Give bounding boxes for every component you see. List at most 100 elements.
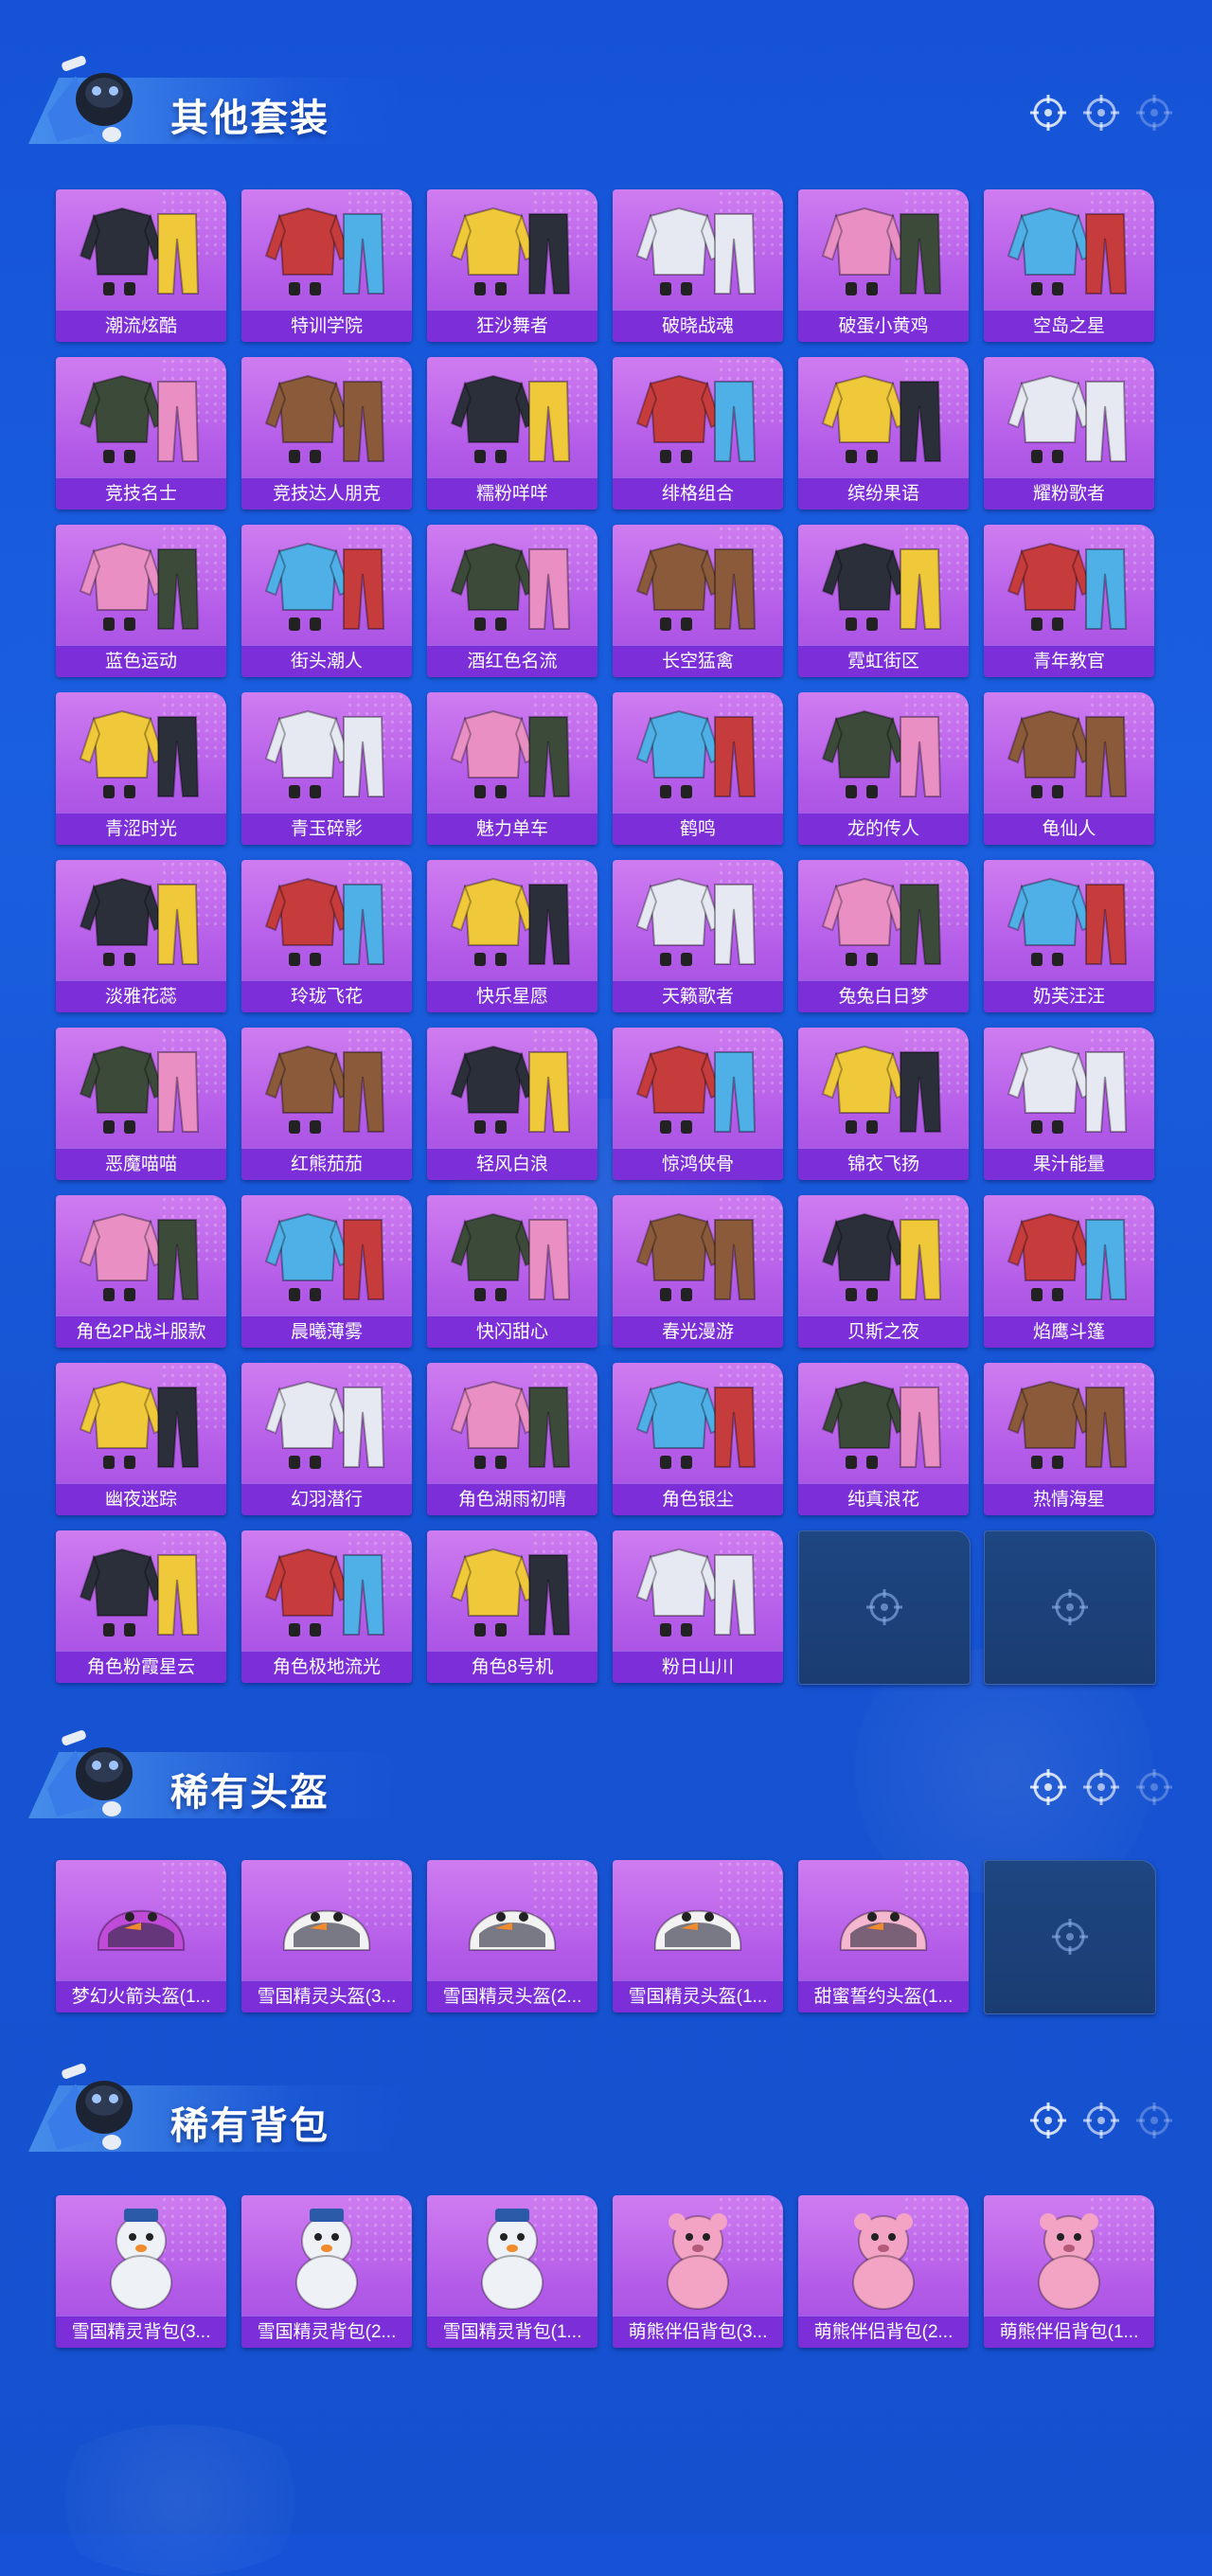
item-label: 雪国精灵头盔(2... bbox=[427, 1980, 597, 2012]
outfit-icon bbox=[264, 374, 385, 463]
item-label: 热情海星 bbox=[984, 1483, 1154, 1515]
item-card[interactable]: 锦衣飞扬 bbox=[798, 1028, 969, 1180]
item-card[interactable]: 长空猛禽 bbox=[613, 525, 783, 677]
item-card[interactable]: 耀粉歌者 bbox=[984, 357, 1154, 510]
outfit-icon bbox=[79, 877, 200, 966]
item-label: 糯粉咩咩 bbox=[427, 477, 597, 510]
outfit-icon bbox=[821, 542, 942, 631]
item-card[interactable]: 雪国精灵背包(2... bbox=[241, 2195, 412, 2348]
item-card[interactable]: 春光漫游 bbox=[613, 1195, 783, 1348]
item-card[interactable]: 惊鸿侠骨 bbox=[613, 1028, 783, 1180]
item-card[interactable]: 竞技达人朋克 bbox=[241, 357, 412, 510]
item-label: 竞技达人朋克 bbox=[241, 477, 412, 510]
item-card[interactable]: 轻风白浪 bbox=[427, 1028, 597, 1180]
item-card[interactable]: 晨曦薄雾 bbox=[241, 1195, 412, 1348]
item-card[interactable]: 魅力单车 bbox=[427, 692, 597, 845]
item-card[interactable]: 街头潮人 bbox=[241, 525, 412, 677]
item-card[interactable]: 幻羽潜行 bbox=[241, 1363, 412, 1515]
item-card[interactable]: 潮流炫酷 bbox=[56, 189, 226, 342]
item-card[interactable]: 空岛之星 bbox=[984, 189, 1154, 342]
item-card[interactable]: 竞技名士 bbox=[56, 357, 226, 510]
outfit-icon bbox=[635, 542, 757, 631]
item-card[interactable]: 快闪甜心 bbox=[427, 1195, 597, 1348]
outfit-icon bbox=[450, 374, 571, 463]
item-card[interactable]: 角色银尘 bbox=[613, 1363, 783, 1515]
item-card[interactable]: 青年教官 bbox=[984, 525, 1154, 677]
item-card[interactable]: 缤纷果语 bbox=[798, 357, 969, 510]
item-card[interactable]: 糯粉咩咩 bbox=[427, 357, 597, 510]
item-card[interactable]: 天籁歌者 bbox=[613, 860, 783, 1012]
item-card[interactable]: 角色粉霞星云 bbox=[56, 1530, 226, 1683]
section-rare-helmets: 稀有头盔 梦幻火箭头盔(1... 雪国精灵头盔(3... 雪国精灵头盔(2...… bbox=[0, 1712, 1212, 2014]
item-card[interactable]: 破晓战魂 bbox=[613, 189, 783, 342]
item-card[interactable]: 角色极地流光 bbox=[241, 1530, 412, 1683]
item-card[interactable]: 绯格组合 bbox=[613, 357, 783, 510]
item-card[interactable]: 兔兔白日梦 bbox=[798, 860, 969, 1012]
item-card[interactable]: 角色2P战斗服款 bbox=[56, 1195, 226, 1348]
item-card[interactable]: 青涩时光 bbox=[56, 692, 226, 845]
item-label: 纯真浪花 bbox=[798, 1483, 969, 1515]
item-card[interactable]: 萌熊伴侣背包(3... bbox=[613, 2195, 783, 2348]
item-label: 兔兔白日梦 bbox=[798, 980, 969, 1012]
backpack-icon bbox=[295, 2209, 358, 2310]
item-card[interactable]: 快乐星愿 bbox=[427, 860, 597, 1012]
helmet-icon bbox=[653, 1909, 742, 1951]
item-card[interactable]: 雪国精灵背包(3... bbox=[56, 2195, 226, 2348]
item-card[interactable]: 纯真浪花 bbox=[798, 1363, 969, 1515]
item-card[interactable]: 梦幻火箭头盔(1... bbox=[56, 1860, 226, 2012]
item-card[interactable]: 萌熊伴侣背包(2... bbox=[798, 2195, 969, 2348]
item-card[interactable]: 甜蜜誓约头盔(1... bbox=[798, 1860, 969, 2012]
outfit-icon bbox=[79, 1547, 200, 1637]
crosshair-icon bbox=[1052, 1589, 1088, 1625]
item-label: 奶芙汪汪 bbox=[984, 980, 1154, 1012]
item-card[interactable]: 奶芙汪汪 bbox=[984, 860, 1154, 1012]
item-card[interactable]: 淡雅花蕊 bbox=[56, 860, 226, 1012]
item-card[interactable]: 雪国精灵头盔(1... bbox=[613, 1860, 783, 2012]
item-label: 绯格组合 bbox=[613, 477, 783, 510]
item-card[interactable]: 热情海星 bbox=[984, 1363, 1154, 1515]
item-card[interactable]: 破蛋小黄鸡 bbox=[798, 189, 969, 342]
item-card[interactable]: 蓝色运动 bbox=[56, 525, 226, 677]
outfit-icon bbox=[635, 877, 757, 966]
item-card[interactable]: 龟仙人 bbox=[984, 692, 1154, 845]
item-label: 红熊茄茄 bbox=[241, 1148, 412, 1180]
item-card[interactable]: 酒红色名流 bbox=[427, 525, 597, 677]
item-card[interactable]: 贝斯之夜 bbox=[798, 1195, 969, 1348]
item-card[interactable]: 龙的传人 bbox=[798, 692, 969, 845]
section-header: 稀有头盔 bbox=[0, 1712, 1212, 1818]
item-card[interactable]: 红熊茄茄 bbox=[241, 1028, 412, 1180]
crosshair-icon bbox=[1136, 1769, 1172, 1805]
item-card[interactable]: 鹤鸣 bbox=[613, 692, 783, 845]
item-card[interactable]: 雪国精灵头盔(2... bbox=[427, 1860, 597, 2012]
item-card[interactable]: 玲珑飞花 bbox=[241, 860, 412, 1012]
outfit-icon bbox=[821, 1045, 942, 1134]
crosshair-icon bbox=[1083, 2102, 1119, 2138]
item-card[interactable]: 萌熊伴侣背包(1... bbox=[984, 2195, 1154, 2348]
item-card[interactable]: 恶魔喵喵 bbox=[56, 1028, 226, 1180]
outfit-icon bbox=[79, 1212, 200, 1301]
item-card[interactable]: 特训学院 bbox=[241, 189, 412, 342]
item-card[interactable]: 角色湖雨初晴 bbox=[427, 1363, 597, 1515]
outfit-grid: 潮流炫酷 特训学院 狂沙舞者 破晓战魂 破蛋小黄鸡 空岛之星 竞技名士 竞技达人… bbox=[56, 189, 1156, 1685]
item-card[interactable]: 幽夜迷踪 bbox=[56, 1363, 226, 1515]
item-label: 龟仙人 bbox=[984, 813, 1154, 845]
item-card[interactable]: 果汁能量 bbox=[984, 1028, 1154, 1180]
item-label: 惊鸿侠骨 bbox=[613, 1148, 783, 1180]
item-card[interactable]: 青玉碎影 bbox=[241, 692, 412, 845]
item-label: 霓虹街区 bbox=[798, 645, 969, 677]
item-card[interactable]: 雪国精灵头盔(3... bbox=[241, 1860, 412, 2012]
item-card[interactable]: 雪国精灵背包(1... bbox=[427, 2195, 597, 2348]
item-label: 角色湖雨初晴 bbox=[427, 1483, 597, 1515]
outfit-icon bbox=[264, 877, 385, 966]
item-card[interactable]: 霓虹街区 bbox=[798, 525, 969, 677]
item-label: 龙的传人 bbox=[798, 813, 969, 845]
outfit-icon bbox=[450, 1045, 571, 1134]
item-card[interactable]: 角色8号机 bbox=[427, 1530, 597, 1683]
item-card[interactable]: 焰鹰斗篷 bbox=[984, 1195, 1154, 1348]
item-card[interactable]: 粉日山川 bbox=[613, 1530, 783, 1683]
item-card[interactable]: 狂沙舞者 bbox=[427, 189, 597, 342]
outfit-icon bbox=[821, 1380, 942, 1469]
item-label: 空岛之星 bbox=[984, 310, 1154, 342]
item-label: 萌熊伴侣背包(3... bbox=[613, 2316, 783, 2348]
outfit-icon bbox=[1007, 542, 1128, 631]
